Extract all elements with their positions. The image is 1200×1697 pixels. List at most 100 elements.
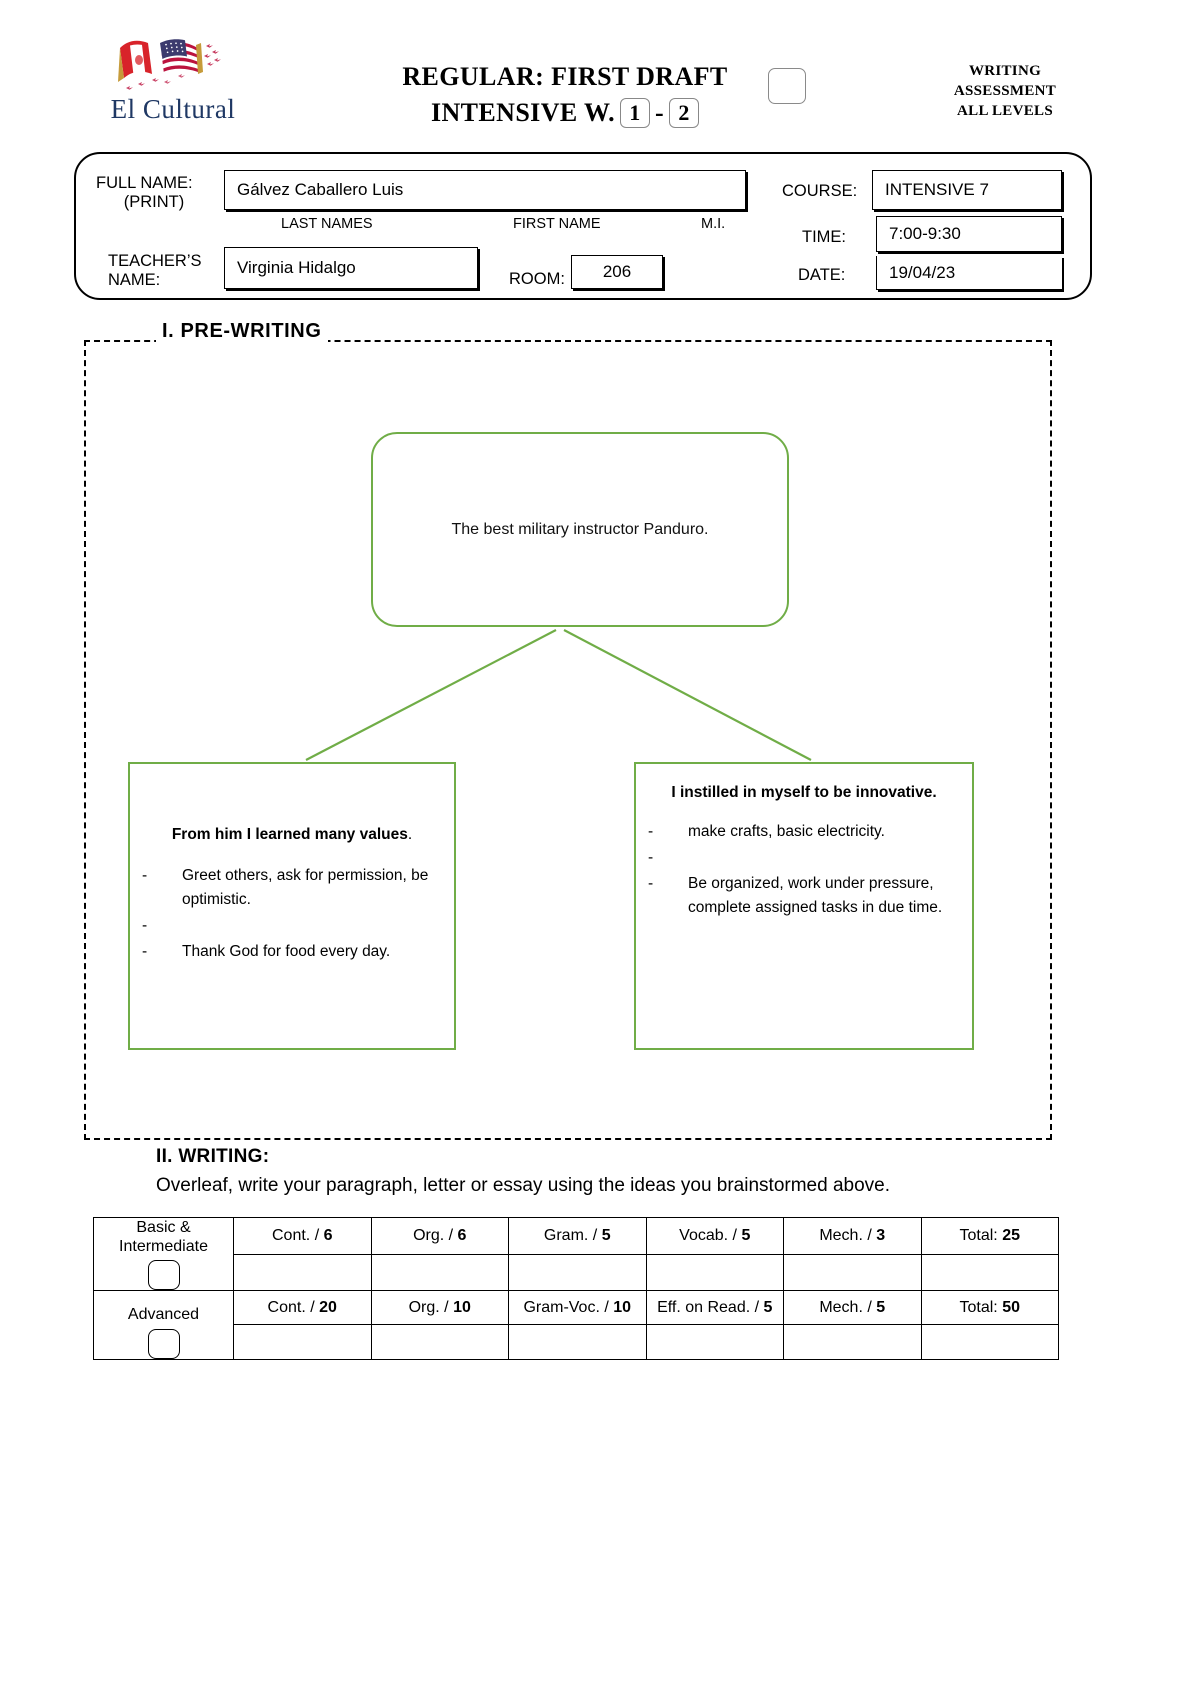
list-item: - Greet others, ask for permission, be o… — [142, 864, 442, 912]
col-header-total-adv: Total: 50 — [920, 1290, 1059, 1326]
diagram-node-right[interactable]: I instilled in myself to be innovative. … — [634, 762, 974, 1050]
date-input[interactable]: 19/04/23 — [876, 256, 1062, 290]
col-header-mech: Mech. / 3 — [783, 1217, 922, 1255]
draft-checkbox[interactable] — [768, 68, 806, 104]
student-info-panel: FULL NAME: (PRINT) Gálvez Caballero Luis… — [74, 152, 1092, 300]
room-label: ROOM: — [509, 270, 565, 288]
col-max: 6 — [323, 1226, 333, 1244]
score-cell-mech-adv[interactable] — [783, 1324, 922, 1360]
section-writing: II. WRITING: Overleaf, write your paragr… — [156, 1146, 1056, 1197]
col-max: 10 — [453, 1298, 471, 1316]
col-name: Vocab. / — [679, 1226, 737, 1244]
list-item: - Thank God for food every day. — [142, 940, 442, 964]
score-table-wrap: Basic & Intermediate Cont. / 6 Org. / 6 … — [93, 1216, 1097, 1360]
bullet-marker: - — [648, 823, 654, 840]
right-node-heading: I instilled in myself to be innovative. — [636, 784, 972, 802]
time-label: TIME: — [802, 228, 846, 246]
col-name: Gram. / — [543, 1226, 598, 1244]
peru-usa-flags-icon — [108, 32, 238, 98]
pre-writing-area: The best military instructor Panduro. Fr… — [84, 340, 1052, 1140]
score-cell-org-basic[interactable] — [370, 1253, 509, 1292]
col-header-org: Org. / 6 — [370, 1217, 509, 1255]
form-title-line2: INTENSIVE W. 1 - 2 — [330, 98, 800, 128]
score-table: Basic & Intermediate Cont. / 6 Org. / 6 … — [93, 1216, 1059, 1360]
section-pre-writing-title: I. PRE-WRITING — [156, 320, 328, 343]
bullet-marker: - — [142, 943, 148, 961]
left-node-heading: From him I learned many values. — [130, 826, 454, 844]
last-names-caption: LAST NAMES — [281, 216, 373, 232]
date-label: DATE: — [798, 266, 846, 284]
form-title: REGULAR: FIRST DRAFT INTENSIVE W. 1 - 2 — [330, 62, 800, 128]
bullet-text — [182, 914, 442, 938]
week-from-box[interactable]: 1 — [619, 98, 650, 128]
score-cell-eff-read-adv[interactable] — [645, 1324, 784, 1360]
basic-intermediate-checkbox[interactable] — [147, 1260, 180, 1291]
col-max: 20 — [319, 1298, 337, 1316]
bullet-marker: - — [648, 849, 654, 867]
bullet-text: Be organized, work under pressure, compl… — [688, 875, 943, 917]
col-name: Gram-Voc. / — [523, 1298, 609, 1316]
week-to-box[interactable]: 2 — [669, 98, 700, 128]
teacher-name-input[interactable]: Virginia Hidalgo — [224, 247, 478, 289]
score-cell-vocab-basic[interactable] — [645, 1253, 784, 1292]
score-cell-total-basic[interactable] — [920, 1253, 1059, 1292]
col-name: Total: — [959, 1226, 998, 1244]
full-name-label: FULL NAME: (PRINT) — [96, 174, 212, 212]
full-name-label-text: FULL NAME: — [96, 174, 193, 192]
score-cell-gram-basic[interactable] — [508, 1253, 647, 1292]
col-name: Mech. / — [819, 1298, 872, 1316]
teacher-label-line2: NAME: — [108, 270, 161, 289]
intensive-week-label: INTENSIVE W. — [430, 98, 615, 127]
col-header-org-adv: Org. / 10 — [370, 1290, 509, 1326]
time-input[interactable]: 7:00-9:30 — [876, 216, 1062, 252]
col-max: 5 — [741, 1226, 751, 1244]
room-input[interactable]: 206 — [571, 255, 663, 289]
teacher-label-line1: TEACHER’S — [108, 252, 202, 270]
score-cell-org-adv[interactable] — [370, 1324, 509, 1360]
col-header-total: Total: 25 — [920, 1217, 1059, 1255]
section-writing-title: II. WRITING: — [156, 1146, 270, 1167]
course-input[interactable]: INTENSIVE 7 — [872, 170, 1062, 210]
col-max: 50 — [1002, 1298, 1020, 1316]
col-max: 5 — [763, 1298, 773, 1316]
col-header-cont-adv: Cont. / 20 — [233, 1290, 372, 1326]
assessment-line2: ASSESSMENT — [953, 82, 1057, 99]
bullet-text — [688, 846, 960, 870]
left-node-heading-text: From him I learned many values — [171, 826, 408, 843]
col-max: 5 — [876, 1298, 886, 1316]
col-name: Org. / — [413, 1226, 454, 1244]
row-label-advanced: Advanced — [93, 1290, 234, 1360]
row-label-basic-intermediate: Basic & Intermediate — [93, 1216, 234, 1292]
col-name: Total: — [959, 1298, 998, 1316]
bullet-marker: - — [142, 867, 148, 884]
diagram-node-left[interactable]: From him I learned many values. - Greet … — [128, 762, 456, 1050]
col-name: Eff. on Read. / — [657, 1298, 760, 1316]
bullet-text: make crafts, basic electricity. — [688, 823, 885, 840]
table-row — [94, 1324, 1059, 1360]
full-name-input[interactable]: Gálvez Caballero Luis — [224, 170, 746, 210]
score-cell-total-adv[interactable] — [920, 1324, 1059, 1360]
section-writing-instruction: Overleaf, write your paragraph, letter o… — [156, 1175, 890, 1196]
score-cell-gramvoc-adv[interactable] — [508, 1324, 647, 1360]
col-header-gramvoc-adv: Gram-Voc. / 10 — [508, 1290, 647, 1326]
col-max: 6 — [457, 1226, 467, 1244]
col-header-cont: Cont. / 6 — [233, 1217, 372, 1255]
row-label-line1: Basic & — [136, 1219, 191, 1236]
brainstorm-diagram: The best military instructor Panduro. Fr… — [86, 342, 1054, 1142]
advanced-checkbox[interactable] — [147, 1328, 180, 1359]
score-cell-cont-basic[interactable] — [233, 1253, 372, 1292]
bullet-text: Thank God for food every day. — [182, 943, 391, 961]
list-item: - make crafts, basic electricity. — [648, 820, 960, 844]
assessment-line3: ALL LEVELS — [957, 102, 1053, 119]
right-node-bullets: - make crafts, basic electricity. - - Be… — [636, 820, 972, 920]
diagram-node-topic[interactable]: The best military instructor Panduro. — [371, 432, 789, 627]
score-cell-mech-basic[interactable] — [783, 1253, 922, 1292]
col-header-vocab: Vocab. / 5 — [645, 1217, 784, 1255]
assessment-label: WRITING ASSESSMENT ALL LEVELS — [880, 62, 1130, 121]
form-title-line1: REGULAR: FIRST DRAFT — [402, 62, 728, 91]
row-label-line2: Intermediate — [119, 1238, 208, 1256]
score-cell-cont-adv[interactable] — [233, 1324, 372, 1360]
col-name: Mech. / — [819, 1226, 872, 1244]
col-header-gram: Gram. / 5 — [508, 1217, 647, 1255]
logo: El Cultural — [88, 32, 258, 142]
